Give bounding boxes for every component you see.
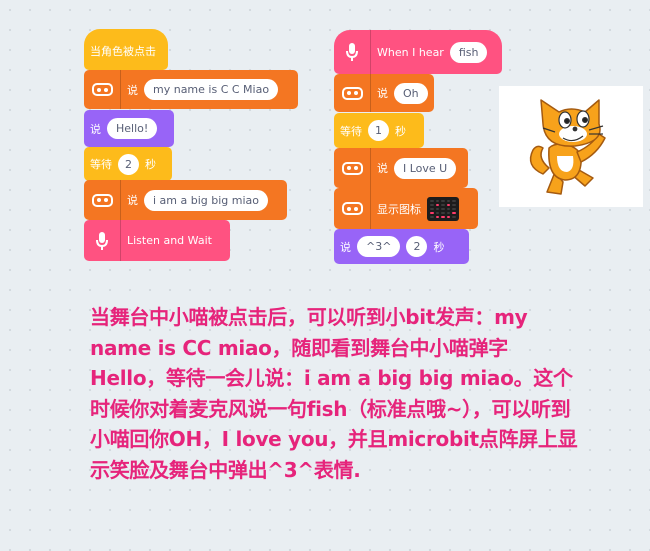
when-i-hear-hat[interactable]: When I hear fish bbox=[334, 30, 502, 74]
microbit-icon-cell bbox=[84, 180, 121, 220]
microbit-icon bbox=[341, 161, 363, 175]
scratch-cat[interactable] bbox=[499, 86, 643, 207]
microbit-icon-cell bbox=[84, 70, 121, 109]
say-label: 说 bbox=[377, 162, 388, 175]
when-sprite-clicked-hat[interactable]: 当角色被点击 bbox=[84, 29, 168, 70]
microbit-icon bbox=[341, 202, 363, 215]
when-i-hear-label: When I hear bbox=[377, 45, 444, 59]
say-oh-block[interactable]: 说 Oh bbox=[334, 74, 434, 112]
say-text-input[interactable]: ^3^ bbox=[357, 236, 401, 257]
show-icon-block[interactable]: 显示图标 bbox=[334, 188, 478, 229]
say-block-1[interactable]: 说 my name is C C Miao bbox=[84, 70, 298, 109]
wait-label: 等待 bbox=[340, 124, 362, 138]
say-text-input[interactable]: i am a big big miao bbox=[144, 189, 269, 211]
wait-block[interactable]: 等待 1 秒 bbox=[334, 113, 424, 148]
hat-label: 当角色被点击 bbox=[90, 45, 156, 58]
microphone-icon-cell bbox=[84, 220, 121, 261]
instruction-text: 当舞台中小喵被点击后，可以听到小bit发声：my name is CC miao… bbox=[90, 305, 578, 482]
say-text-input[interactable]: Hello! bbox=[107, 118, 158, 139]
say-text-input[interactable]: my name is C C Miao bbox=[144, 79, 279, 100]
stage-sprite-panel[interactable] bbox=[499, 86, 643, 207]
say-label: 说 bbox=[377, 87, 388, 100]
say-label: 说 bbox=[127, 83, 138, 97]
microbit-icon bbox=[91, 83, 113, 96]
say-i-love-u-block[interactable]: 说 I Love U bbox=[334, 148, 468, 188]
microbit-icon-cell bbox=[334, 148, 371, 188]
wait-unit: 秒 bbox=[145, 158, 156, 171]
wait-seconds-input[interactable]: 2 bbox=[118, 153, 139, 175]
microbit-icon-cell bbox=[334, 74, 371, 112]
say-label: 说 bbox=[340, 240, 351, 254]
listen-and-wait-block[interactable]: Listen and Wait bbox=[84, 220, 230, 261]
keyword-input[interactable]: fish bbox=[449, 41, 488, 63]
say-text-input[interactable]: Oh bbox=[394, 82, 428, 104]
say-text-input[interactable]: I Love U bbox=[394, 157, 457, 179]
say-label: 说 bbox=[127, 194, 138, 207]
say-block-2[interactable]: 说 i am a big big miao bbox=[84, 180, 287, 220]
say-seconds-input[interactable]: 2 bbox=[406, 236, 428, 257]
say-for-secs-block[interactable]: 说 ^3^ 2 秒 bbox=[334, 229, 469, 264]
seconds-unit: 秒 bbox=[433, 240, 445, 254]
microphone-icon-cell bbox=[334, 30, 371, 74]
led-matrix-icon[interactable] bbox=[427, 196, 459, 221]
microbit-icon bbox=[91, 193, 113, 207]
listen-label: Listen and Wait bbox=[127, 234, 212, 247]
wait-unit: 秒 bbox=[395, 124, 406, 138]
say-label: 说 bbox=[90, 122, 101, 136]
wait-label: 等待 bbox=[90, 158, 112, 171]
microphone-icon bbox=[96, 231, 108, 250]
wait-block[interactable]: 等待 2 秒 bbox=[84, 147, 172, 181]
microbit-icon-cell bbox=[334, 188, 371, 229]
microbit-icon bbox=[341, 86, 363, 100]
wait-seconds-input[interactable]: 1 bbox=[368, 120, 389, 141]
microphone-icon bbox=[346, 43, 358, 61]
show-icon-label: 显示图标 bbox=[377, 202, 421, 216]
say-hello-block[interactable]: 说 Hello! bbox=[84, 110, 174, 147]
